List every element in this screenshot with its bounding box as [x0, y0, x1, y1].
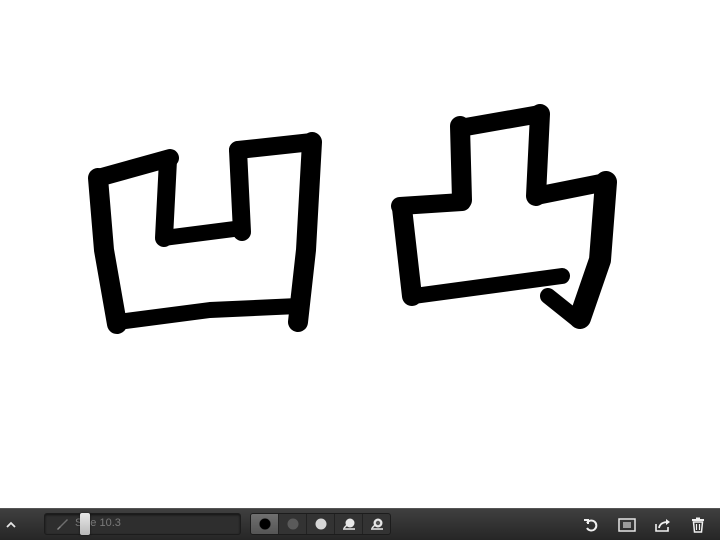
black-dot-icon [258, 518, 271, 530]
reference-image-button[interactable] [613, 509, 641, 540]
stroke-tu-right-foot [540, 288, 586, 328]
stroke-tu-bottom [406, 268, 570, 304]
stroke-tu-left [392, 198, 422, 306]
smudge-icon [370, 518, 383, 530]
collapse-toolbar-button[interactable] [0, 509, 22, 540]
tool-eraser[interactable] [335, 514, 363, 534]
undo-icon [584, 518, 598, 531]
stroke-ao-left [88, 168, 127, 334]
tool-smudge[interactable] [363, 514, 390, 534]
dark-gray-dot-icon [287, 518, 298, 530]
stroke-ao-inner-bottom [156, 220, 250, 246]
eraser-icon [342, 518, 355, 530]
undo-button[interactable] [577, 509, 605, 540]
stroke-tu-right [569, 171, 617, 329]
tool-black-ink[interactable] [251, 514, 279, 534]
share-icon [655, 518, 670, 532]
stroke-tu-right-mid [526, 104, 550, 206]
brush-size-slider[interactable]: Size 10.3 [44, 513, 241, 535]
slider-thumb[interactable] [80, 513, 90, 535]
share-button[interactable] [649, 509, 677, 540]
trash-icon [692, 517, 704, 533]
stroke-ao-right [288, 132, 322, 332]
delete-button[interactable] [684, 509, 712, 540]
stroke-ao-bottom [110, 298, 306, 330]
stroke-tu-left-mid [450, 116, 472, 210]
chevron-up-icon [6, 521, 16, 528]
drawing-canvas[interactable] [0, 0, 720, 508]
bottom-toolbar: Size 10.3 [0, 508, 720, 540]
ink-strokes [88, 104, 617, 334]
reference-image-icon [618, 517, 636, 532]
stroke-ao-inner-right [229, 141, 251, 241]
tool-light-gray-ink[interactable] [307, 514, 335, 534]
stroke-ao-top-right [229, 133, 321, 159]
stroke-tu-top [451, 105, 549, 137]
brush-icon [57, 519, 68, 530]
light-gray-dot-icon [315, 518, 326, 530]
tool-group [250, 513, 391, 535]
tool-dark-gray-ink[interactable] [279, 514, 307, 534]
stroke-ao-inner-left [155, 151, 177, 247]
